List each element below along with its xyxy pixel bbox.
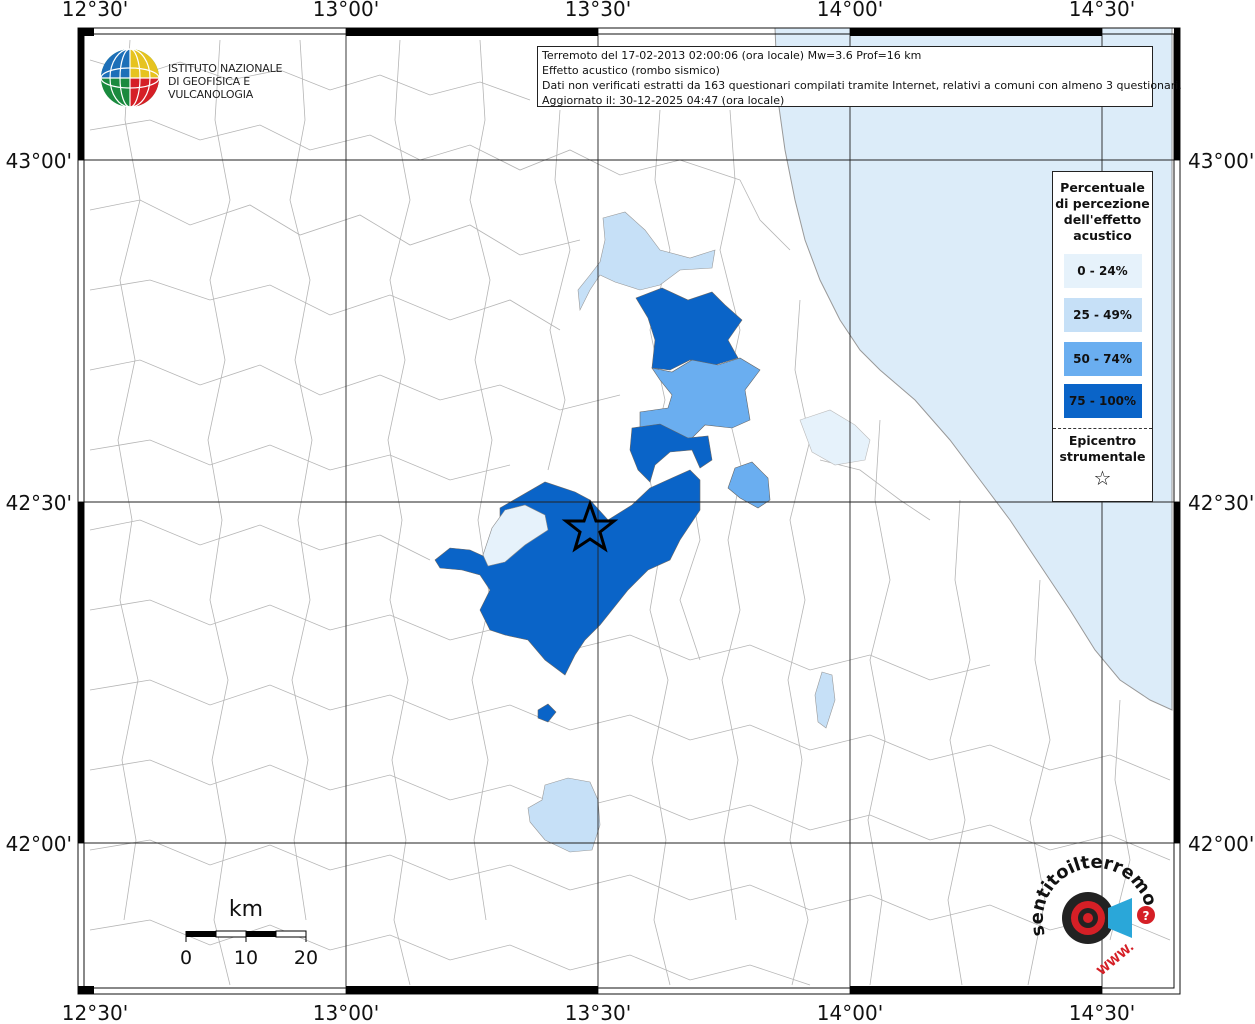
legend-class-25-49: 25 - 49% [1063,298,1142,332]
logo-line-2: DI GEOFISICA E VULCANOLOGIA [168,75,254,101]
area-75-100-north [635,287,743,371]
legend: Percentuale di percezione dell'effetto a… [1052,171,1153,502]
lat-label-left-1: 43°00' [6,149,72,173]
lon-label-top-2: 13°00' [313,0,379,21]
legend-divider [1053,428,1152,429]
area-75-100-main [434,469,701,676]
scale-bar: km 0 10 20 [180,897,318,969]
area-25-49-southeast [814,671,836,729]
scale-tick-20: 20 [294,947,318,969]
legend-star-icon: ☆ [1093,466,1112,490]
globe-icon [100,48,160,108]
lon-label-top-5: 14°30' [1069,0,1135,21]
map-canvas: 12°30' 13°00' 13°30' 14°00' 14°30' 12°30… [0,0,1254,1024]
legend-class-0-24: 0 - 24% [1063,254,1142,288]
lon-label-top-1: 12°30' [62,0,128,21]
legend-epicenter-line: Epicentro [1068,433,1137,448]
area-0-24-coast [799,409,871,466]
lon-label-top-3: 13°30' [565,0,631,21]
event-info-box: Terremoto del 17-02-2013 02:00:06 (ora l… [537,46,1182,107]
lat-label-left-3: 42°00' [6,832,72,856]
scale-tick-0: 0 [180,947,192,969]
watermark-url: WWW. [1094,940,1136,979]
legend-epicenter-label: Epicentro strumentale [1053,433,1152,465]
logo-line-1: ISTITUTO NAZIONALE [168,62,283,75]
area-25-49-south [527,777,601,853]
legend-class-75-100: 75 - 100% [1063,384,1142,418]
area-50-74-east [727,461,771,509]
legend-class-50-74: 50 - 74% [1063,342,1142,376]
legend-title-line: Percentuale [1060,180,1145,195]
legend-title: Percentuale di percezione dell'effetto a… [1053,180,1152,244]
legend-title-line: acustico [1073,228,1132,243]
lon-label-bottom-5: 14°30' [1069,1001,1135,1024]
legend-epicenter-line: strumentale [1059,449,1146,464]
scale-tick-10: 10 [234,947,258,969]
svg-text:?: ? [1143,909,1150,923]
lon-label-bottom-1: 12°30' [62,1001,128,1024]
legend-title-line: dell'effetto [1063,212,1142,227]
legend-title-line: di percezione [1055,196,1150,211]
event-updated: Aggiornato il: 30-12-2025 04:47 (ora loc… [542,94,785,107]
lon-label-bottom-3: 13°30' [565,1001,631,1024]
event-title: Terremoto del 17-02-2013 02:00:06 (ora l… [542,49,922,62]
lat-label-right-2: 42°30' [1188,491,1254,515]
lat-label-right-3: 42°00' [1188,832,1254,856]
area-75-100-center [629,423,713,483]
event-effect: Effetto acustico (rombo sismico) [542,64,720,77]
ingv-logo: ISTITUTO NAZIONALE DI GEOFISICA E VULCAN… [100,46,320,110]
event-data-note: Dati non verificati estratti da 163 ques… [542,79,1182,92]
lat-label-left-2: 42°30' [6,491,72,515]
area-75-100-south [537,703,557,723]
lon-label-top-4: 14°00' [817,0,883,21]
lat-label-right-1: 43°00' [1188,149,1254,173]
scale-unit: km [229,897,263,922]
lon-label-bottom-2: 13°00' [313,1001,379,1024]
lon-label-bottom-4: 14°00' [817,1001,883,1024]
